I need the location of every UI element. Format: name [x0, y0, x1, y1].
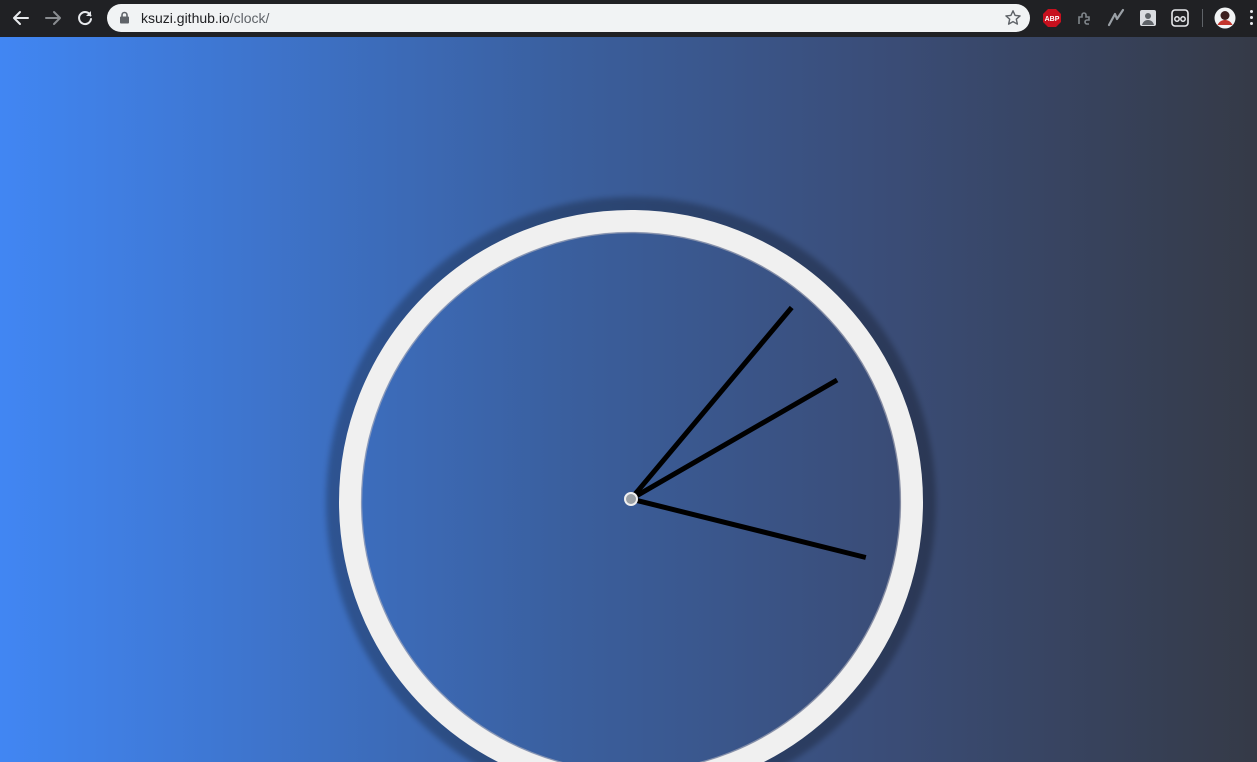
clock	[326, 197, 936, 762]
reload-icon	[78, 11, 92, 26]
reload-button[interactable]	[72, 5, 98, 31]
arrow-right-icon	[45, 11, 61, 25]
adblock-plus-icon[interactable]: ABP	[1042, 8, 1062, 28]
clock-rim	[339, 210, 923, 762]
browser-toolbar: ksuzi.github.io/clock/ ABP	[0, 0, 1257, 37]
profile-avatar[interactable]	[1214, 7, 1236, 29]
forward-button[interactable]	[40, 5, 66, 31]
url-path: /clock/	[229, 10, 270, 26]
lightning-extension-icon[interactable]	[1106, 8, 1126, 28]
url-host: ksuzi.github.io	[141, 10, 230, 26]
arrow-left-icon	[13, 11, 29, 25]
photo-extension-icon[interactable]	[1138, 8, 1158, 28]
toolbar-separator	[1202, 9, 1203, 27]
address-bar[interactable]: ksuzi.github.io/clock/	[107, 4, 1030, 32]
bookmark-star-icon[interactable]	[1004, 9, 1022, 27]
minute-hand	[629, 305, 794, 501]
second-hand	[629, 377, 839, 502]
lock-icon	[120, 11, 129, 24]
page-background	[0, 37, 1257, 762]
extension-puzzle-icon[interactable]	[1074, 8, 1094, 28]
back-button[interactable]	[8, 5, 34, 31]
clock-center-pin	[624, 492, 638, 506]
url-text: ksuzi.github.io/clock/	[141, 10, 269, 26]
adblock-label: ABP	[1045, 16, 1060, 23]
glasses-extension-icon[interactable]	[1170, 8, 1190, 28]
hour-hand	[630, 496, 867, 560]
menu-dots-icon[interactable]	[1250, 10, 1254, 25]
